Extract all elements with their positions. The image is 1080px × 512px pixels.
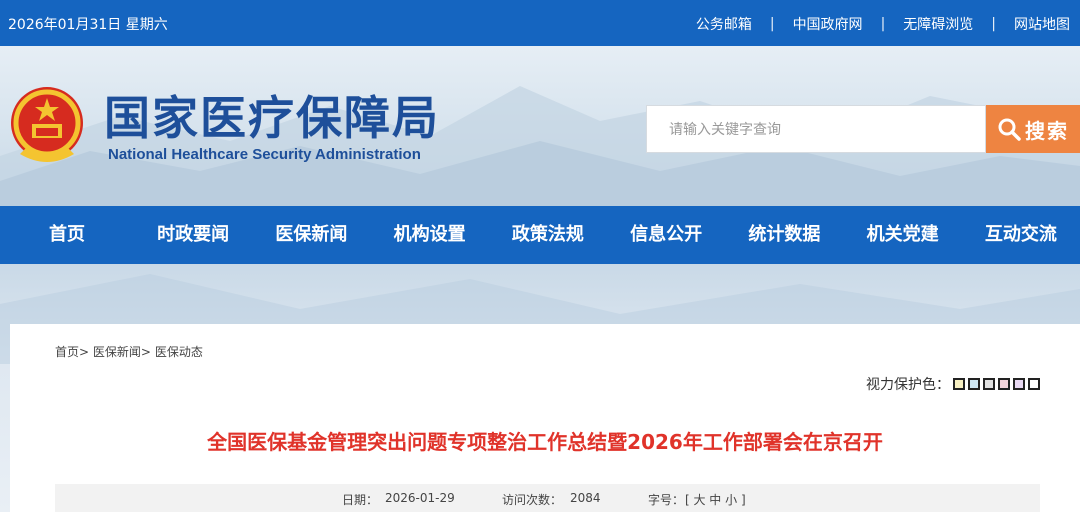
article-meta: 日期： 2026-01-29 访问次数： 2084 字号： [ 大 中 小 ] [55, 484, 1040, 512]
accessibility-link[interactable]: 无障碍浏览 [903, 14, 973, 34]
nav-interaction[interactable]: 互动交流 [962, 206, 1080, 264]
eye-protection-label: 视力保护色： [866, 377, 950, 393]
color-swatch-white[interactable] [1028, 378, 1040, 390]
search-icon [998, 118, 1021, 141]
link-separator: | [880, 16, 886, 32]
breadcrumb: 首页> 医保新闻> 医保动态 [55, 343, 203, 360]
search-input[interactable]: 请输入关键字查询 [646, 105, 986, 153]
color-swatch-yellow[interactable] [953, 378, 965, 390]
views-count: 2084 [570, 491, 601, 505]
nav-party-building[interactable]: 机关党建 [844, 206, 962, 264]
breadcrumb-healthcare-news[interactable]: 医保新闻 [93, 345, 141, 359]
font-size-label: 字号： [648, 493, 685, 507]
breadcrumb-healthcare-updates[interactable]: 医保动态 [155, 345, 203, 359]
main-nav: 首页 时政要闻 医保新闻 机构设置 政策法规 信息公开 统计数据 机关党建 互动… [0, 206, 1080, 264]
nav-statistics[interactable]: 统计数据 [725, 206, 843, 264]
current-date: 2026年01月31日 星期六 [8, 17, 168, 33]
nav-home[interactable]: 首页 [0, 206, 134, 264]
national-emblem-icon [11, 87, 83, 162]
search-button[interactable]: 搜索 [986, 105, 1080, 153]
breadcrumb-home[interactable]: 首页 [55, 345, 79, 359]
color-swatch-pink[interactable] [998, 378, 1010, 390]
nav-public-info[interactable]: 信息公开 [607, 206, 725, 264]
color-swatch-blue[interactable] [968, 378, 980, 390]
nav-organization[interactable]: 机构设置 [371, 206, 489, 264]
article-date: 2026-01-29 [385, 491, 455, 505]
color-swatch-purple[interactable] [1013, 378, 1025, 390]
sitemap-link[interactable]: 网站地图 [1014, 14, 1070, 34]
site-header: 国家医疗保障局 National Healthcare Security Adm… [0, 46, 1080, 206]
font-size-options[interactable]: [ 大 中 小 ] [685, 491, 746, 508]
link-separator: | [769, 16, 775, 32]
breadcrumb-separator: > [140, 345, 151, 359]
gov-cn-link[interactable]: 中国政府网 [793, 14, 863, 34]
color-swatch-gray[interactable] [983, 378, 995, 390]
nav-news-politics[interactable]: 时政要闻 [134, 206, 252, 264]
breadcrumb-separator: > [79, 345, 90, 359]
article-title: 全国医保基金管理突出问题专项整治工作总结暨2026年工作部署会在京召开 [207, 430, 883, 454]
link-separator: | [991, 16, 996, 32]
article-panel: 首页> 医保新闻> 医保动态 视力保护色： 全国医保基金管理突出问题专项整治工作… [10, 324, 1080, 512]
eye-protection-colors: 视力保护色： [866, 374, 1040, 394]
date-label: 日期： [342, 493, 379, 507]
top-bar: 2026年01月31日 星期六 公务邮箱 | 中国政府网 | 无障碍浏览 | 网… [0, 0, 1080, 46]
nav-healthcare-news[interactable]: 医保新闻 [252, 206, 370, 264]
mail-link[interactable]: 公务邮箱 [696, 14, 752, 34]
top-links: 公务邮箱 | 中国政府网 | 无障碍浏览 | 网站地图 [696, 14, 1070, 34]
nav-policies[interactable]: 政策法规 [489, 206, 607, 264]
search-button-label: 搜索 [1025, 118, 1069, 143]
site-title-en: National Healthcare Security Administrat… [108, 146, 421, 163]
views-label: 访问次数： [502, 493, 563, 507]
site-title[interactable]: 国家医疗保障局 [104, 88, 440, 148]
